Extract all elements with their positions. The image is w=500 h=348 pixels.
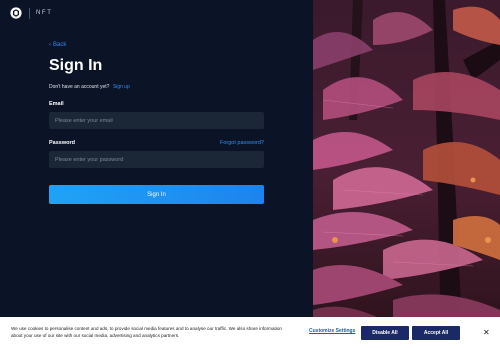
signup-prompt: Don't have an account yet?: [49, 84, 110, 90]
chevron-left-icon: ‹: [49, 42, 51, 48]
back-label: Back: [53, 42, 67, 48]
sign-in-panel: NFT ‹ Back Sign In Don't have an account…: [0, 0, 313, 348]
signup-link[interactable]: Sign up: [113, 84, 130, 90]
back-link[interactable]: ‹ Back: [49, 42, 66, 48]
password-label: Password: [49, 140, 75, 146]
sign-in-page: NFT ‹ Back Sign In Don't have an account…: [0, 0, 500, 348]
close-icon[interactable]: ✕: [483, 329, 490, 337]
password-field[interactable]: [49, 151, 264, 168]
accept-all-button[interactable]: Accept All: [412, 326, 460, 340]
foliage-image: [313, 0, 500, 348]
disable-all-button[interactable]: Disable All: [361, 326, 409, 340]
foliage-illustration: [313, 0, 500, 348]
forgot-password-link[interactable]: Forgot password?: [220, 140, 264, 146]
customize-settings-link[interactable]: Customize Settings: [309, 328, 355, 334]
brand-logo[interactable]: NFT: [10, 6, 52, 20]
email-label: Email: [49, 101, 64, 107]
email-field[interactable]: [49, 112, 264, 129]
cookie-text: We use cookies to personalise content an…: [11, 326, 282, 338]
cookie-banner: We use cookies to personalise content an…: [0, 317, 500, 348]
sign-in-button[interactable]: Sign In: [49, 185, 264, 204]
page-title: Sign In: [49, 57, 103, 74]
brand-name: NFT: [36, 10, 53, 16]
logo-divider: [29, 7, 30, 19]
signup-prompt-row: Don't have an account yet? Sign up: [49, 84, 130, 90]
crypto-logo-icon: [10, 7, 22, 19]
